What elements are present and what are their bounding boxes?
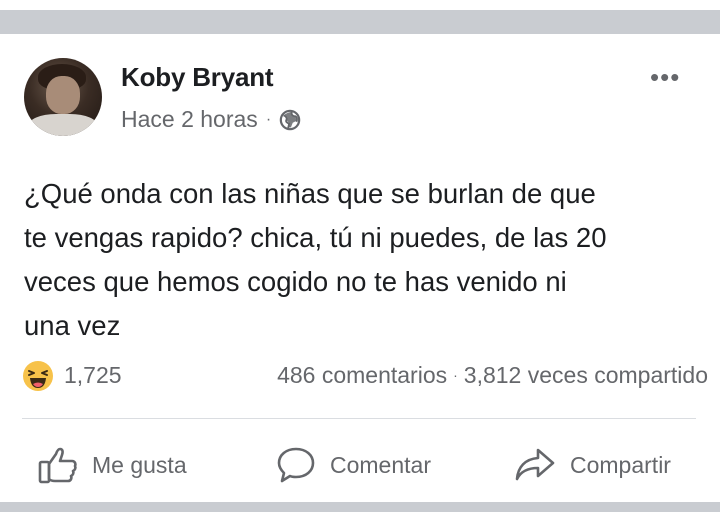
comment-label: Comentar: [330, 451, 431, 478]
avatar-face: [46, 76, 80, 114]
reactions-count[interactable]: 1,725: [64, 362, 122, 389]
post-meta: Hace 2 horas ·: [121, 106, 301, 133]
comments-shares: 486 comentarios · 3,812 veces compartido: [277, 362, 708, 389]
post-actions: Me gusta Comentar Compartir: [0, 438, 720, 494]
more-options-icon[interactable]: •••: [650, 64, 680, 90]
shares-count[interactable]: 3,812 veces compartido: [464, 362, 708, 388]
divider: [22, 418, 696, 419]
top-edge: [0, 0, 720, 10]
post-text: ¿Qué onda con las niñas que se burlan de…: [24, 172, 704, 348]
like-label: Me gusta: [92, 451, 187, 478]
thumbs-up-icon: [38, 447, 77, 484]
comments-count[interactable]: 486 comentarios: [277, 362, 447, 388]
meta-separator: ·: [265, 110, 272, 128]
post-card: Koby Bryant Hace 2 horas · ••• ¿Qué onda…: [0, 34, 720, 502]
bottom-edge: [0, 512, 720, 516]
post-text-line: ¿Qué onda con las niñas que se burlan de…: [24, 178, 596, 209]
share-button[interactable]: Compartir: [514, 446, 671, 484]
comment-bubble-icon: [277, 447, 315, 483]
post-timestamp[interactable]: Hace 2 horas: [121, 106, 258, 133]
post-text-line: te vengas rapido? chica, tú ni puedes, d…: [24, 222, 607, 253]
post-text-line: una vez: [24, 310, 121, 341]
avatar-shirt: [28, 114, 98, 136]
haha-emoji-icon[interactable]: [22, 360, 54, 392]
like-button[interactable]: Me gusta: [38, 446, 187, 484]
post-text-line: veces que hemos cogido no te has venido …: [24, 266, 567, 297]
comment-button[interactable]: Comentar: [276, 446, 431, 484]
share-label: Compartir: [570, 451, 671, 478]
share-arrow-icon: [515, 448, 555, 481]
globe-icon[interactable]: [279, 109, 301, 131]
post-stats: 1,725 486 comentarios · 3,812 veces compar…: [22, 358, 708, 394]
author-name[interactable]: Koby Bryant: [121, 62, 274, 93]
avatar[interactable]: [24, 58, 102, 136]
stats-separator: ·: [453, 367, 458, 383]
